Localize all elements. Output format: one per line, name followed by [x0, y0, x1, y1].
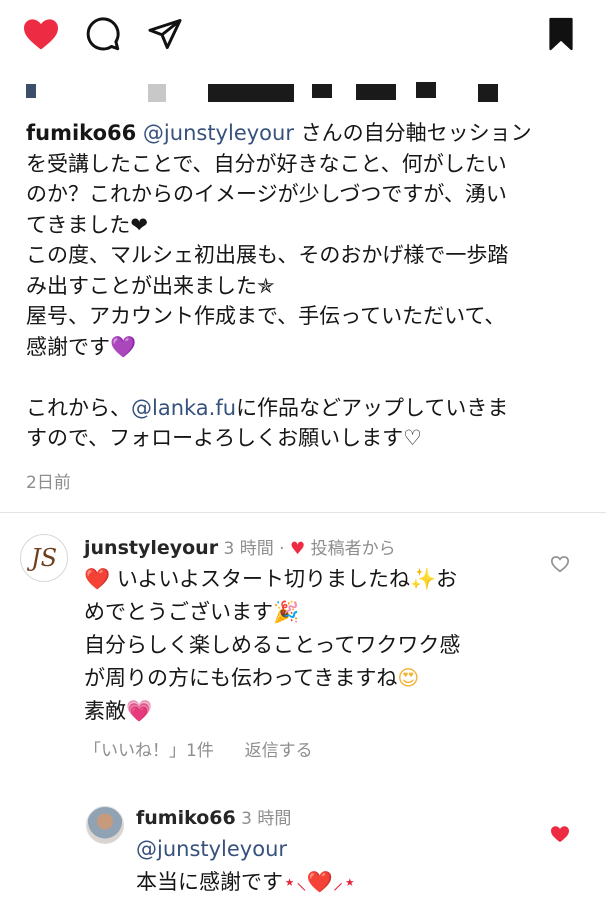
sparkle-heart-emoji: ⋆⸜❤️⸝⋆: [283, 870, 357, 894]
avatar[interactable]: [86, 806, 124, 844]
caption-text: を受講したことで、自分が好きなこと、何がしたい: [26, 151, 507, 176]
preview-thumb: [356, 84, 396, 100]
post-action-bar: [0, 14, 606, 58]
caption-text: この度、マルシェ初出展も、そのおかげ様で一歩踏: [26, 243, 509, 267]
comment-time: 3 時間: [241, 809, 292, 829]
growing-heart-emoji: 💗: [126, 699, 153, 723]
comment-text: 本当に感謝です: [136, 870, 283, 894]
heart-icon: ♥: [289, 539, 306, 559]
comment-text: が周りの方にも伝わってきますね: [84, 666, 398, 690]
bookmark-filled-icon: [549, 17, 573, 51]
post-timestamp: 2日前: [26, 473, 71, 493]
reply-button[interactable]: 返信する: [245, 741, 313, 761]
comment-text: お: [436, 567, 458, 591]
avatar-monogram: JS: [30, 544, 58, 572]
caption-text: さんの自分軸セッション: [293, 121, 532, 145]
like-button[interactable]: [21, 14, 61, 54]
comment: junstyleyour 3 時間 · ♥ 投稿者から ❤️ いよいよスタート切…: [84, 533, 554, 728]
avatar[interactable]: JS: [20, 534, 68, 582]
caption-text: 屋号、アカウント作成まで、手伝っていただいて、: [26, 304, 506, 328]
preview-thumb: [312, 84, 332, 98]
comment-username[interactable]: fumiko66: [136, 807, 236, 829]
caption-text: これから、: [26, 395, 131, 420]
comment-time: 3 時間: [223, 539, 274, 559]
caption-mention-junstyleyour[interactable]: @junstyleyour: [143, 121, 294, 145]
meta-separator: ·: [279, 539, 285, 559]
caption-text: てきました: [26, 212, 131, 237]
reply-mention[interactable]: @junstyleyour: [136, 837, 287, 861]
reply-comment: fumiko66 3 時間 @junstyleyour 本当に感謝です⋆⸜❤️⸝…: [136, 803, 536, 899]
caption-text: み出すことが出来ました: [26, 273, 257, 298]
save-button[interactable]: [541, 14, 581, 54]
liked-by-author-label: 投稿者から: [310, 539, 396, 559]
comment-username[interactable]: junstyleyour: [84, 537, 218, 559]
heart-outline-icon: [550, 556, 570, 573]
share-button[interactable]: [145, 14, 185, 54]
star-emoji: ✯: [257, 273, 275, 298]
comment-text: 素敵: [84, 699, 126, 723]
caption-text: 感謝です: [26, 334, 110, 359]
preview-thumb: [416, 82, 436, 98]
caption-username[interactable]: fumiko66: [26, 121, 136, 145]
purple-heart-emoji: 💜: [110, 334, 137, 359]
paper-plane-icon: [148, 19, 182, 49]
red-heart-emoji: ❤️: [84, 567, 111, 591]
preview-thumb: [478, 84, 498, 102]
heart-filled-icon: [551, 826, 569, 843]
heart-filled-icon: [24, 19, 58, 50]
likes-count-link[interactable]: 「いいね！」1件: [84, 741, 214, 761]
caption-text: のか？これからのイメージが少しづつですが、湧い: [26, 182, 507, 206]
comment-actions: 「いいね！」1件 返信する: [84, 736, 313, 761]
comment-text: 自分らしく楽しめることってワクワク感: [84, 633, 461, 657]
post-caption: fumiko66 @junstyleyour さんの自分軸セッション を受講した…: [26, 118, 586, 454]
comment-bubble-icon: [86, 17, 120, 51]
preview-thumb: [148, 84, 166, 102]
preview-thumb: [26, 84, 36, 98]
comment-text: いよいよスタート切りましたね: [116, 567, 411, 591]
party-popper-emoji: 🎉: [273, 600, 300, 624]
black-heart-emoji: ❤: [130, 212, 148, 237]
comment-button[interactable]: [83, 14, 123, 54]
sparkles-emoji: ✨: [410, 567, 437, 591]
carousel-preview-strip: [0, 80, 606, 106]
comment-like-button[interactable]: [548, 822, 572, 846]
caption-mention-lanka[interactable]: @lanka.fu: [131, 396, 236, 420]
caption-text: に作品などアップしていきま: [236, 395, 509, 420]
caption-text: すので、フォローよろしくお願いします♡: [26, 426, 422, 450]
preview-thumb: [208, 84, 294, 102]
heart-eyes-emoji: 😍: [397, 666, 420, 690]
divider: [0, 512, 606, 513]
comment-like-button[interactable]: [548, 552, 572, 576]
comment-text: めでとうございます: [84, 600, 273, 624]
